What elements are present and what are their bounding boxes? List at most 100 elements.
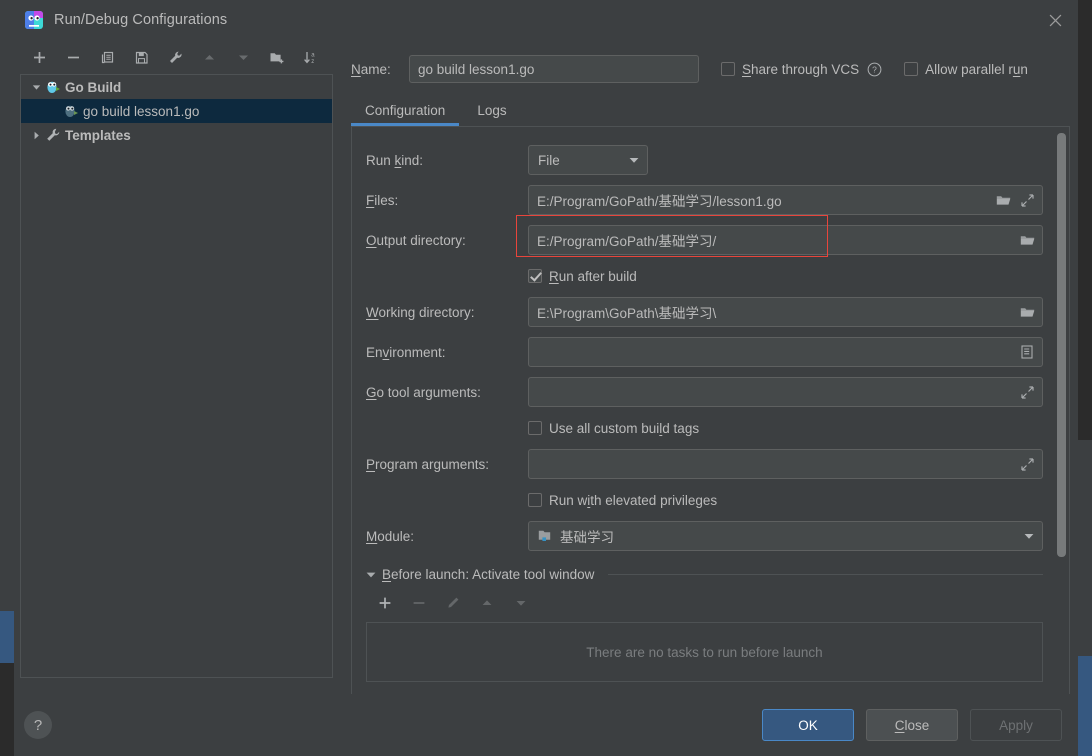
apply-button[interactable]: Apply (970, 709, 1062, 741)
new-folder-button[interactable] (260, 42, 294, 72)
environment-row: Environment: (366, 337, 1043, 367)
move-up-button[interactable] (192, 42, 226, 72)
expand-icon[interactable] (1015, 186, 1039, 214)
go-gopher-icon (65, 105, 78, 117)
run-with-elevated-privileges-label: Run with elevated privileges (549, 492, 718, 508)
checkbox-box (904, 62, 919, 76)
close-icon[interactable] (1032, 0, 1078, 40)
triangle-down-icon[interactable] (366, 567, 376, 582)
run-after-build-checkbox[interactable]: Run after build (528, 265, 1043, 287)
edit-task-button[interactable] (436, 590, 470, 616)
tab-logs[interactable]: Logs (463, 103, 520, 126)
before-launch-section: Before launch: Activate tool window Ther… (366, 567, 1043, 682)
before-launch-empty-text: There are no tasks to run before launch (586, 644, 823, 660)
output-directory-value: E:/Program/GoPath/基础学习/ (537, 234, 717, 249)
tab-configuration[interactable]: Configuration (351, 103, 460, 126)
dialog-body: a z Go Build go build lesson1.go Templat… (14, 40, 1078, 694)
working-directory-row: Working directory: E:\Program\GoPath\基础学… (366, 297, 1043, 327)
program-arguments-row: Program arguments: (366, 449, 1043, 479)
module-dropdown[interactable]: 基础学习 (528, 521, 1043, 551)
ide-left-accent-strip (0, 611, 14, 663)
allow-parallel-run-checkbox[interactable]: Allow parallel run (904, 62, 1028, 77)
environment-label: Environment: (366, 344, 446, 360)
folder-open-icon[interactable] (1015, 226, 1039, 254)
configuration-form-panel: Run kind: File Files: E:/Program/GoPath/… (351, 126, 1070, 694)
share-through-vcs-label: Share through VCS (742, 61, 860, 77)
sort-configurations-button[interactable]: a z (294, 42, 328, 72)
working-directory-input[interactable]: E:\Program\GoPath\基础学习\ (528, 297, 1043, 327)
dialog-footer: ? OK Close Apply (14, 694, 1078, 756)
run-kind-row: Run kind: File (366, 145, 1043, 175)
chevron-down-icon (1016, 533, 1042, 540)
move-down-button[interactable] (226, 42, 260, 72)
configurations-tree[interactable]: Go Build go build lesson1.go Templates (20, 74, 333, 678)
program-arguments-input[interactable] (528, 449, 1043, 479)
tree-node-templates[interactable]: Templates (21, 123, 332, 147)
name-row: Name: Share through VCS ? Allow parallel… (351, 40, 1070, 92)
checkbox-box (528, 421, 542, 435)
edit-templates-button[interactable] (158, 42, 192, 72)
go-tool-arguments-label: Go tool arguments: (366, 384, 481, 400)
run-kind-label: Run kind: (366, 152, 424, 168)
share-through-vcs-checkbox[interactable]: Share through VCS (721, 62, 859, 77)
wrench-icon (47, 128, 60, 141)
chevron-down-icon (621, 157, 647, 164)
close-button[interactable]: Close (866, 709, 958, 741)
go-gopher-icon (47, 81, 60, 93)
name-input[interactable] (409, 55, 699, 83)
configuration-editor-pane: Name: Share through VCS ? Allow parallel… (339, 40, 1078, 694)
triangle-down-icon[interactable] (27, 83, 45, 92)
environment-input[interactable] (528, 337, 1043, 367)
ide-left-gutter (0, 0, 14, 611)
expand-icon[interactable] (1015, 378, 1039, 406)
copy-configuration-button[interactable] (90, 42, 124, 72)
configurations-pane: a z Go Build go build lesson1.go Templat… (14, 40, 339, 694)
help-button[interactable]: ? (24, 711, 52, 739)
add-task-button[interactable] (368, 590, 402, 616)
triangle-right-icon[interactable] (27, 131, 45, 140)
remove-configuration-button[interactable] (56, 42, 90, 72)
move-task-up-button[interactable] (470, 590, 504, 616)
module-value: 基础学习 (560, 530, 614, 545)
ok-button[interactable]: OK (762, 709, 854, 741)
run-kind-value: File (538, 152, 560, 168)
program-arguments-label: Program arguments: (366, 456, 490, 472)
before-launch-task-list[interactable]: There are no tasks to run before launch (366, 622, 1043, 682)
module-folder-icon (538, 530, 551, 541)
goland-icon (25, 11, 43, 29)
folder-open-icon[interactable] (1015, 298, 1039, 326)
content-scrollbar[interactable] (1057, 133, 1066, 557)
tree-node-go-build[interactable]: Go Build (21, 75, 332, 99)
save-configuration-button[interactable] (124, 42, 158, 72)
move-task-down-button[interactable] (504, 590, 538, 616)
tree-node-go-build-lesson1[interactable]: go build lesson1.go (21, 99, 332, 123)
before-launch-header[interactable]: Before launch: Activate tool window (366, 567, 1043, 582)
go-tool-arguments-input[interactable] (528, 377, 1043, 407)
run-after-build-label: Run after build (549, 268, 637, 284)
output-directory-row: Output directory: E:/Program/GoPath/基础学习… (366, 215, 1043, 257)
output-directory-input[interactable]: E:/Program/GoPath/基础学习/ (528, 225, 1043, 255)
run-with-elevated-privileges-checkbox[interactable]: Run with elevated privileges (528, 489, 1043, 511)
go-tool-arguments-row: Go tool arguments: (366, 377, 1043, 407)
use-all-custom-build-tags-row: Use all custom build tags (366, 417, 1043, 439)
remove-task-button[interactable] (402, 590, 436, 616)
list-edit-icon[interactable] (1015, 338, 1039, 366)
run-kind-dropdown[interactable]: File (528, 145, 648, 175)
files-input[interactable]: E:/Program/GoPath/基础学习/lesson1.go (528, 185, 1043, 215)
add-configuration-button[interactable] (22, 42, 56, 72)
svg-text:z: z (311, 59, 314, 65)
use-all-custom-build-tags-checkbox[interactable]: Use all custom build tags (528, 417, 1043, 439)
allow-parallel-run-label: Allow parallel run (925, 61, 1028, 77)
checkbox-box (721, 62, 735, 76)
files-label: Files: (366, 192, 399, 208)
checkbox-box (528, 493, 542, 507)
module-label: Module: (366, 528, 415, 544)
svg-text:?: ? (872, 64, 877, 74)
ide-right-gutter-mid (1078, 440, 1092, 656)
expand-icon[interactable] (1015, 450, 1039, 478)
question-circle-icon[interactable]: ? (867, 62, 882, 77)
dialog-titlebar: Run/Debug Configurations (14, 0, 1078, 40)
configuration-form: Run kind: File Files: E:/Program/GoPath/… (352, 127, 1069, 694)
tree-node-label: Go Build (65, 79, 122, 95)
folder-open-icon[interactable] (991, 186, 1015, 214)
